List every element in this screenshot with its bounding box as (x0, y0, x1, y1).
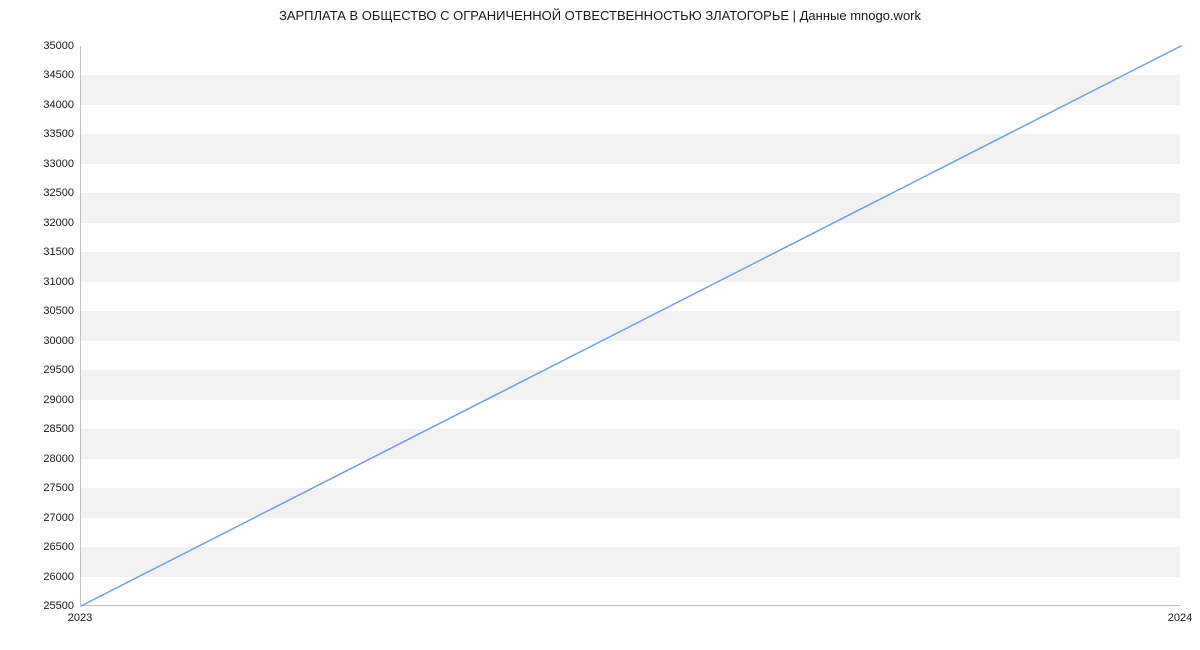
y-tick-label: 26000 (4, 571, 74, 583)
y-tick-label: 27500 (4, 482, 74, 494)
y-tick-label: 25500 (4, 600, 74, 612)
y-tick-label: 32000 (4, 217, 74, 229)
y-tick-label: 30500 (4, 305, 74, 317)
chart-container: ЗАРПЛАТА В ОБЩЕСТВО С ОГРАНИЧЕННОЙ ОТВЕС… (0, 0, 1200, 650)
y-tick-label: 31500 (4, 246, 74, 258)
y-tick-label: 28000 (4, 453, 74, 465)
y-tick-label: 30000 (4, 335, 74, 347)
y-tick-label: 35000 (4, 40, 74, 52)
y-tick-label: 31000 (4, 276, 74, 288)
y-tick-label: 34000 (4, 99, 74, 111)
x-tick-label: 2024 (1168, 612, 1192, 624)
line-series (81, 46, 1181, 606)
y-tick-label: 32500 (4, 187, 74, 199)
y-tick-label: 29500 (4, 364, 74, 376)
x-tick-label: 2023 (68, 612, 92, 624)
chart-title: ЗАРПЛАТА В ОБЩЕСТВО С ОГРАНИЧЕННОЙ ОТВЕС… (0, 8, 1200, 23)
y-tick-label: 27000 (4, 512, 74, 524)
plot-area (80, 46, 1180, 606)
y-tick-label: 34500 (4, 69, 74, 81)
y-tick-label: 28500 (4, 423, 74, 435)
y-tick-label: 26500 (4, 541, 74, 553)
y-tick-label: 33000 (4, 158, 74, 170)
y-tick-label: 29000 (4, 394, 74, 406)
y-tick-label: 33500 (4, 128, 74, 140)
